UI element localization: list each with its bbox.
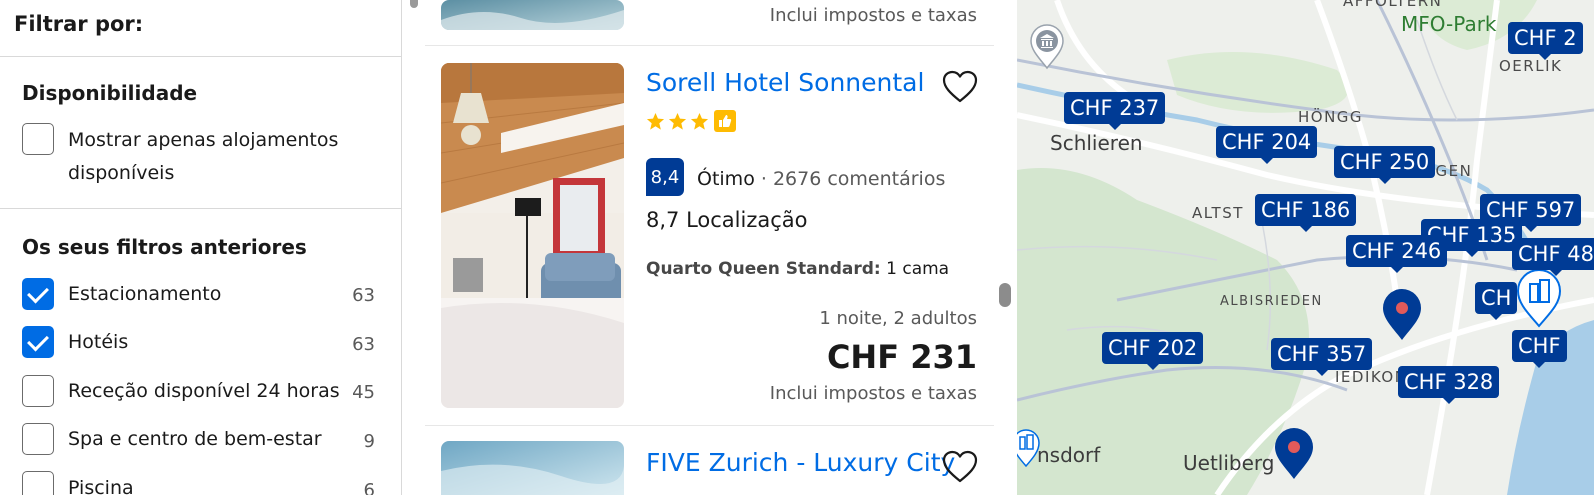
review-score-badge[interactable]: 8,4 bbox=[646, 158, 684, 196]
location-pin-icon bbox=[1275, 428, 1313, 479]
filter-label-pool[interactable]: Piscina bbox=[68, 472, 134, 495]
hotel-room-photo bbox=[441, 63, 624, 408]
map-price-tag[interactable]: CHF 328 bbox=[1398, 366, 1500, 404]
map-price-tag[interactable]: CHF bbox=[1512, 330, 1567, 368]
next-hotel-photo[interactable] bbox=[441, 441, 624, 495]
availability-label-line2: disponíveis bbox=[68, 162, 175, 184]
thumbs-up-badge-icon[interactable] bbox=[714, 110, 736, 132]
map-price-tag[interactable]: CHF 2 bbox=[1508, 22, 1583, 60]
filters-scrollbar[interactable] bbox=[410, 0, 418, 8]
card-divider bbox=[425, 425, 994, 426]
divider bbox=[0, 208, 401, 209]
availability-heading: Disponibilidade bbox=[22, 81, 198, 105]
map-label-hongg: HÖNGG bbox=[1298, 108, 1364, 126]
map-price-tag[interactable]: CHF 202 bbox=[1102, 332, 1204, 370]
building-marker-icon-partial[interactable] bbox=[1017, 428, 1041, 468]
building-marker-icon[interactable] bbox=[1516, 268, 1562, 328]
filter-checkbox-spa[interactable] bbox=[22, 423, 54, 455]
room-info: Quarto Queen Standard: 1 cama bbox=[646, 259, 949, 279]
next-hotel-name-link[interactable]: FIVE Zurich - Luxury City bbox=[646, 448, 955, 477]
card-divider bbox=[425, 45, 994, 46]
star-rating bbox=[646, 110, 736, 132]
filter-checkbox-24h-reception[interactable] bbox=[22, 375, 54, 407]
map-label-wiedikon: IEDIKON bbox=[1335, 368, 1408, 386]
filter-checkbox-parking[interactable] bbox=[22, 278, 54, 310]
map-location-pin-icon[interactable] bbox=[1381, 288, 1423, 342]
review-score-word: Ótimo bbox=[697, 168, 755, 190]
map-price-tag[interactable]: CHF 237 bbox=[1064, 92, 1166, 130]
museum-marker-icon bbox=[1030, 24, 1064, 70]
divider bbox=[0, 56, 401, 57]
map-label-birmensdorf: nsdorf bbox=[1037, 443, 1101, 467]
review-count: · 2676 comentários bbox=[760, 168, 946, 190]
filter-count-parking: 63 bbox=[352, 285, 375, 306]
previous-hotel-photo[interactable] bbox=[441, 0, 624, 30]
filter-label-parking[interactable]: Estacionamento bbox=[68, 278, 221, 311]
filter-count-hotels: 63 bbox=[352, 334, 375, 355]
results-scrollbar-thumb[interactable] bbox=[999, 283, 1011, 307]
search-results-page: Filtrar por: Disponibilidade Mostrar ape… bbox=[0, 0, 1594, 495]
filter-label-spa[interactable]: Spa e centro de bem-estar bbox=[68, 423, 322, 456]
next-save-heart-icon[interactable] bbox=[942, 450, 978, 484]
heart-icon bbox=[942, 450, 978, 483]
room-beds: 1 cama bbox=[886, 259, 950, 279]
star-icon bbox=[646, 112, 665, 130]
star-icon bbox=[690, 112, 709, 130]
map-price-tag[interactable]: CHF 246 bbox=[1346, 235, 1448, 273]
map-price-tag[interactable]: CHF 357 bbox=[1271, 338, 1373, 376]
map-price-tag[interactable]: CH bbox=[1475, 282, 1518, 320]
map-label-affoltern: AFFOLTERN bbox=[1343, 0, 1443, 10]
thumbs-up-icon bbox=[719, 115, 732, 127]
filter-count-pool: 6 bbox=[363, 480, 375, 495]
landmark-museum-icon[interactable] bbox=[1029, 24, 1065, 70]
map-label-albisrieden: ALBISRIEDEN bbox=[1220, 294, 1323, 309]
filter-label-hotels[interactable]: Hotéis bbox=[68, 326, 128, 359]
previous-card-tax-note: Inclui impostos e taxas bbox=[769, 5, 977, 26]
filter-count-spa: 9 bbox=[363, 431, 375, 452]
hotel-photo-image bbox=[441, 441, 624, 495]
hotel-building-icon bbox=[1516, 269, 1562, 328]
star-icon bbox=[668, 112, 687, 130]
map-price-tag[interactable]: CHF 204 bbox=[1216, 126, 1318, 164]
map-price-tag[interactable]: CHF 48 bbox=[1512, 238, 1594, 276]
filter-label-24h-reception[interactable]: Receção disponível 24 horas bbox=[68, 375, 340, 408]
location-pin-icon bbox=[1383, 289, 1421, 340]
map-label-schlieren: Schlieren bbox=[1050, 131, 1143, 155]
availability-label[interactable]: Mostrar apenas alojamentos disponíveis bbox=[68, 124, 338, 190]
filter-panel: Filtrar por: Disponibilidade Mostrar ape… bbox=[0, 0, 402, 495]
review-summary[interactable]: Ótimo · 2676 comentários bbox=[697, 168, 945, 190]
hotel-building-icon bbox=[1017, 429, 1040, 468]
map-price-tag[interactable]: CHF 597 bbox=[1480, 194, 1582, 232]
map-price-tag[interactable]: CHF 186 bbox=[1255, 194, 1357, 232]
stay-details: 1 noite, 2 adultos bbox=[819, 308, 977, 329]
tax-note: Inclui impostos e taxas bbox=[769, 383, 977, 404]
filter-checkbox-pool[interactable] bbox=[22, 471, 54, 495]
previous-filters-heading: Os seus filtros anteriores bbox=[22, 235, 307, 259]
availability-checkbox[interactable] bbox=[22, 123, 54, 155]
hotel-photo-image bbox=[441, 0, 624, 30]
map-label-mfo-park: MFO-Park bbox=[1401, 12, 1497, 36]
map-label-altstetten: ALTST bbox=[1192, 204, 1244, 222]
map-label-oerlikon: OERLIK bbox=[1499, 57, 1563, 75]
save-heart-icon[interactable] bbox=[942, 70, 978, 104]
price: CHF 231 bbox=[826, 338, 977, 376]
hotel-photo[interactable] bbox=[441, 63, 624, 408]
availability-label-line1: Mostrar apenas alojamentos bbox=[68, 129, 339, 151]
map-view[interactable]: MFO-Park AFFOLTERN OERLIK HÖNGG Schliere… bbox=[1017, 0, 1594, 495]
hotel-name-link[interactable]: Sorell Hotel Sonnental bbox=[646, 68, 924, 97]
map-location-pin-icon[interactable] bbox=[1273, 427, 1315, 481]
location-score: 8,7 Localização bbox=[646, 208, 808, 232]
room-type: Quarto Queen Standard: bbox=[646, 259, 881, 279]
map-label-uetliberg: Uetliberg bbox=[1183, 451, 1275, 475]
map-price-tag[interactable]: CHF 250 bbox=[1334, 146, 1436, 184]
filter-count-24h-reception: 45 bbox=[352, 382, 375, 403]
filters-title: Filtrar por: bbox=[14, 12, 144, 36]
heart-icon bbox=[942, 70, 978, 103]
filter-checkbox-hotels[interactable] bbox=[22, 326, 54, 358]
